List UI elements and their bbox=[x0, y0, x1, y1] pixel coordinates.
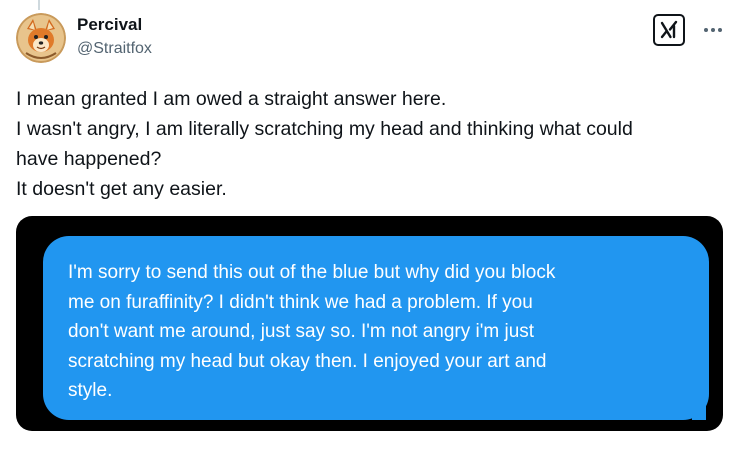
more-button[interactable] bbox=[700, 18, 726, 42]
grok-icon bbox=[660, 20, 678, 39]
display-name[interactable]: Percival bbox=[77, 14, 152, 36]
post-text-line: It doesn't get any easier. bbox=[16, 178, 227, 200]
message-line: scratching my head but okay then. I enjo… bbox=[68, 350, 547, 372]
message-line: me on furaffinity? I didn't think we had… bbox=[68, 291, 533, 313]
thread-line bbox=[38, 0, 40, 10]
message-line: I'm sorry to send this out of the blue b… bbox=[68, 262, 556, 283]
message-line: don't want me around, just say so. I'm n… bbox=[68, 321, 535, 342]
more-dots-icon bbox=[704, 28, 722, 32]
fox-avatar-icon bbox=[16, 13, 66, 63]
author-info: Percival @Straitfox bbox=[77, 14, 152, 60]
avatar[interactable] bbox=[16, 13, 66, 63]
post-text: I mean granted I am owed a straight answ… bbox=[16, 84, 726, 204]
message-bubble: I'm sorry to send this out of the blue b… bbox=[43, 236, 709, 420]
message-line: style. bbox=[68, 380, 113, 401]
handle[interactable]: @Straitfox bbox=[77, 38, 152, 60]
post-text-line: I mean granted I am owed a straight answ… bbox=[16, 88, 447, 110]
grok-button[interactable] bbox=[653, 14, 685, 46]
attached-image[interactable]: I'm sorry to send this out of the blue b… bbox=[16, 216, 723, 431]
post: Percival @Straitfox I mean granted I am … bbox=[0, 0, 743, 450]
post-text-line: I wasn't angry, I am literally scratchin… bbox=[16, 118, 633, 140]
post-text-line: have happened? bbox=[16, 148, 162, 170]
